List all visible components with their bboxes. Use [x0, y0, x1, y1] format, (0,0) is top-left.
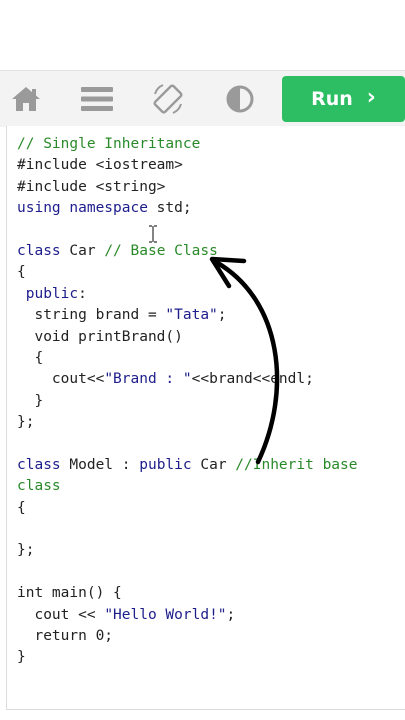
code-token: ; [226, 606, 236, 623]
menu-icon[interactable] [79, 81, 115, 117]
code-line[interactable]: { [17, 498, 358, 519]
code-token: using namespace [17, 200, 148, 217]
code-line[interactable] [17, 220, 358, 241]
code-token: // Base Class [104, 242, 218, 259]
chevron-right-icon: › [366, 85, 376, 110]
code-line[interactable]: { [17, 348, 358, 369]
code-line[interactable]: string brand = "Tata"; [17, 305, 358, 326]
code-token: void printBrand() [17, 328, 183, 345]
code-token: { [17, 349, 44, 366]
code-token: string brand = [17, 307, 166, 324]
page: Run › // Single Inheritance #include <ios… [0, 0, 405, 720]
code-token: "Hello World!" [104, 606, 227, 623]
code-text[interactable]: // Single Inheritance #include <iostream>… [17, 134, 358, 669]
code-token: //Inherit base [235, 456, 358, 473]
code-token: public [139, 456, 192, 473]
home-icon[interactable] [8, 81, 44, 117]
code-token: { [17, 499, 26, 516]
run-button-label: Run [311, 88, 353, 110]
code-token: "Brand : " [104, 371, 192, 388]
code-token: cout << [17, 606, 105, 623]
code-editor[interactable]: // Single Inheritance #include <iostream>… [6, 126, 405, 710]
code-line[interactable]: } [17, 647, 358, 668]
code-token: "Tata" [165, 307, 218, 324]
code-line[interactable]: class Model : public Car //Inherit base [17, 455, 358, 476]
code-token: std; [147, 200, 192, 217]
code-line[interactable]: }; [17, 412, 358, 433]
code-line[interactable]: { [17, 262, 358, 283]
code-token: } [17, 392, 44, 409]
code-line[interactable]: int main() { [17, 583, 358, 604]
code-line[interactable]: class Car // Base Class [17, 241, 358, 262]
code-token: : [78, 285, 87, 302]
code-token: Car [191, 456, 236, 473]
code-line[interactable]: public: [17, 284, 358, 305]
code-line[interactable]: #include <string> [17, 177, 358, 198]
code-line[interactable]: return 0; [17, 626, 358, 647]
code-token: public [17, 285, 79, 302]
code-line[interactable]: using namespace std; [17, 198, 358, 219]
code-token: Model : [60, 456, 140, 473]
code-token: class [17, 242, 61, 259]
code-token: // Single Inheritance [17, 136, 201, 152]
code-token: }; [17, 542, 35, 559]
code-token: <<brand<<endl; [191, 371, 314, 388]
code-line[interactable] [17, 519, 358, 540]
code-token: { [17, 264, 26, 281]
code-token: class [17, 456, 61, 473]
text-cursor-icon [149, 225, 157, 243]
code-token: } [17, 649, 26, 666]
code-token: cout<< [17, 371, 105, 388]
code-line[interactable]: cout<<"Brand : "<<brand<<endl; [17, 369, 358, 390]
contrast-icon[interactable] [222, 81, 258, 117]
rotate-screen-icon[interactable] [150, 81, 186, 117]
code-token: }; [17, 414, 35, 431]
code-token: int main() { [17, 585, 122, 602]
code-line[interactable]: cout << "Hello World!"; [17, 605, 358, 626]
code-token: return 0; [17, 627, 114, 644]
toolbar: Run › [0, 70, 405, 127]
code-line[interactable]: class [17, 476, 358, 497]
code-line[interactable]: }; [17, 540, 358, 561]
code-line[interactable]: void printBrand() [17, 327, 358, 348]
run-button[interactable]: Run › [282, 76, 405, 122]
code-token: #include <iostream> [17, 157, 183, 174]
code-line[interactable]: } [17, 391, 358, 412]
code-line[interactable]: #include <iostream> [17, 155, 358, 176]
code-token: class [17, 478, 61, 495]
code-line[interactable] [17, 562, 358, 583]
code-token: #include <string> [17, 178, 166, 195]
code-token: ; [217, 307, 227, 324]
code-token: Car [60, 242, 105, 259]
code-line[interactable]: // Single Inheritance [17, 134, 358, 155]
code-line[interactable] [17, 433, 358, 454]
